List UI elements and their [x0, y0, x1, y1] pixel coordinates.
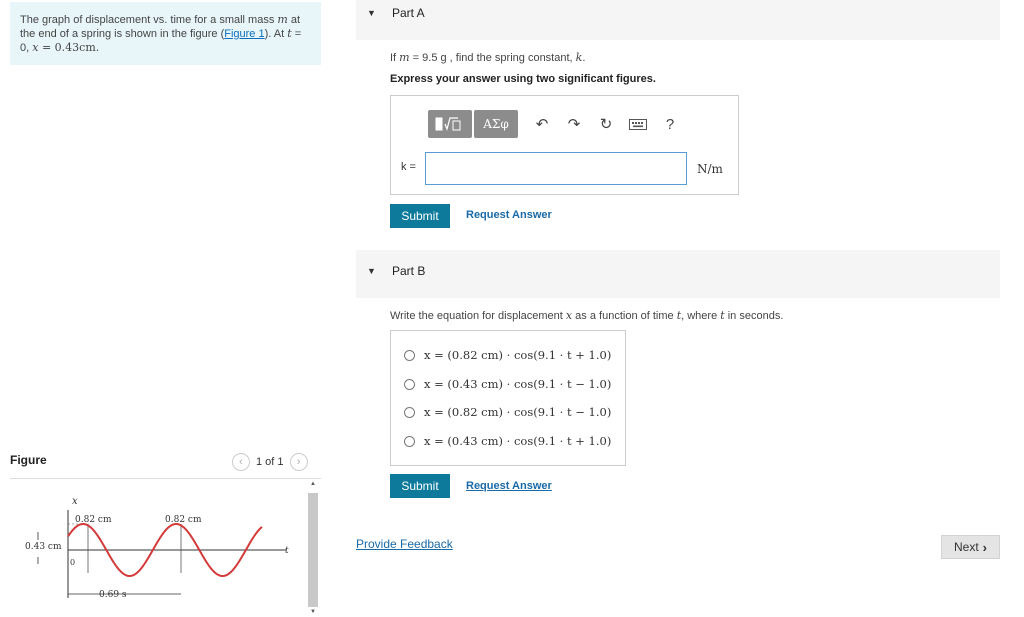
help-icon[interactable]: ? [654, 110, 686, 138]
option-3[interactable]: x = (0.82 cm) · cos(9.1 · t − 1.0) [404, 405, 611, 419]
radio-button[interactable] [404, 406, 415, 418]
origin-label: 0 [70, 558, 75, 567]
part-a-request-answer[interactable]: Request Answer [466, 209, 552, 221]
q-prefix: If [390, 52, 400, 64]
keyboard-icon[interactable] [622, 110, 654, 138]
part-b-request-answer[interactable]: Request Answer [466, 480, 552, 492]
option-text: x = (0.43 cm) · cos(9.1 · t − 1.0) [424, 377, 612, 391]
keyboard-svg [629, 118, 647, 130]
q-mid: as a function of time [572, 310, 677, 322]
t-axis-label: t [285, 546, 289, 556]
part-b-question: Write the equation for displacement x as… [390, 309, 783, 322]
graph-svg: x t 0.69 s 0.43 cm 0 0.82 cm 0.82 cm [25, 496, 289, 600]
option-text: x = (0.82 cm) · cos(9.1 · t − 1.0) [424, 405, 612, 419]
page-scrollbar[interactable] [1016, 0, 1024, 617]
chevron-left-icon[interactable]: ‹ [232, 453, 250, 471]
options-list: x = (0.82 cm) · cos(9.1 · t + 1.0) x = (… [390, 330, 626, 466]
part-a-header[interactable]: ▼ Part A [356, 0, 1000, 40]
part-b-header[interactable]: ▼ Part B [356, 250, 1000, 298]
part-a-submit-button[interactable]: Submit [390, 204, 450, 228]
amplitude-label-2: 0.82 cm [165, 515, 202, 525]
mass-variable: m [277, 13, 288, 26]
initial-label: 0.43 cm [25, 542, 62, 552]
k-answer-input[interactable] [425, 152, 687, 185]
q-prefix: Write the equation for displacement [390, 310, 566, 322]
part-a-title: Part A [392, 6, 425, 20]
q-suffix: , find the spring constant, [446, 52, 576, 64]
provide-feedback-link[interactable]: Provide Feedback [356, 537, 453, 551]
option-1[interactable]: x = (0.82 cm) · cos(9.1 · t + 1.0) [404, 348, 611, 362]
reset-icon[interactable]: ↻ [590, 110, 622, 138]
radio-button[interactable] [404, 378, 415, 390]
radio-button[interactable] [404, 435, 415, 447]
option-text: x = (0.82 cm) · cos(9.1 · t + 1.0) [424, 348, 612, 362]
figure-scrollbar[interactable]: ▲ ▼ [307, 481, 319, 617]
part-b-title: Part B [392, 264, 426, 278]
collapse-triangle-icon[interactable]: ▼ [367, 8, 376, 18]
scroll-down-icon[interactable]: ▼ [310, 609, 316, 615]
option-2[interactable]: x = (0.43 cm) · cos(9.1 · t − 1.0) [404, 377, 611, 391]
q-mid2: , where [681, 310, 721, 322]
template-svg [435, 117, 461, 131]
scroll-up-icon[interactable]: ▲ [310, 481, 316, 487]
option-4[interactable]: x = (0.43 cm) · cos(9.1 · t + 1.0) [404, 434, 611, 448]
q-mass-value: = 9.5 g [409, 52, 447, 64]
option-text: x = (0.43 cm) · cos(9.1 · t + 1.0) [424, 434, 612, 448]
redo-icon[interactable]: ↷ [558, 110, 590, 138]
scroll-thumb[interactable] [308, 493, 318, 607]
part-b-submit-button[interactable]: Submit [390, 474, 450, 498]
template-sqrt-icon[interactable] [428, 110, 472, 138]
unit-label: N/m [697, 162, 723, 176]
q-mass-var: m [399, 51, 410, 64]
x-axis-label: x [72, 496, 78, 507]
answer-box: ΑΣφ ↶ ↷ ↻ ? k = N/m [390, 95, 739, 195]
part-a-instruction: Express your answer using two significan… [390, 73, 656, 85]
figure-pager: ‹ 1 of 1 › [232, 453, 308, 471]
figure-divider [10, 478, 321, 479]
collapse-triangle-icon[interactable]: ▼ [367, 266, 376, 276]
undo-icon[interactable]: ↶ [526, 110, 558, 138]
radio-button[interactable] [404, 349, 415, 361]
chevron-right-icon[interactable]: › [289, 453, 308, 471]
problem-statement: The graph of displacement vs. time for a… [10, 2, 321, 65]
part-a-question: If m = 9.5 g , find the spring constant,… [390, 51, 585, 64]
problem-text-after: ). At [264, 28, 288, 40]
math-toolbar: ΑΣφ ↶ ↷ ↻ ? [428, 110, 686, 138]
q-end: . [582, 52, 586, 64]
chevron-right-icon: › [982, 539, 988, 555]
initial-displacement: = 0.43cm. [38, 41, 100, 54]
k-input-label: k = [401, 161, 416, 173]
next-button[interactable]: Next › [941, 535, 1000, 559]
q-end: in seconds. [724, 310, 784, 322]
problem-text: The graph of displacement vs. time for a… [20, 14, 278, 26]
next-label: Next [953, 540, 979, 554]
figure-heading: Figure [10, 453, 47, 467]
displacement-graph: x t 0.69 s 0.43 cm 0 0.82 cm 0.82 cm [10, 480, 310, 617]
period-label: 0.69 s [99, 590, 127, 600]
pager-count: 1 of 1 [256, 456, 284, 468]
figure-link[interactable]: Figure 1 [224, 28, 264, 40]
greek-symbols-button[interactable]: ΑΣφ [474, 110, 518, 138]
